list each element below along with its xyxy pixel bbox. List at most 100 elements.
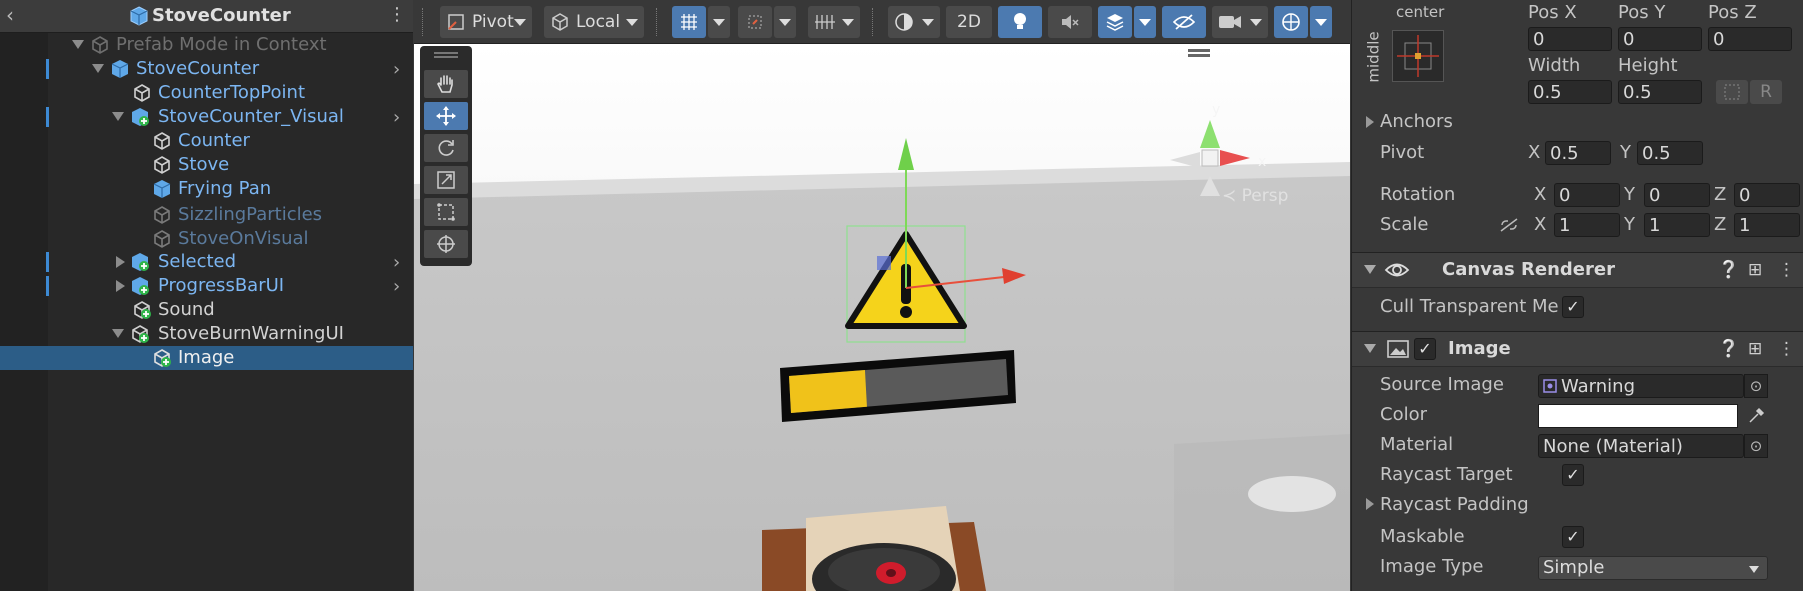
list-item[interactable]: Stove [0, 153, 413, 177]
chevron-right-icon[interactable]: › [393, 59, 400, 80]
audio-toggle[interactable] [1048, 6, 1092, 38]
effects-dropdown[interactable] [1134, 6, 1156, 38]
color-swatch[interactable] [1538, 404, 1738, 428]
list-item[interactable]: ProgressBarUI › [0, 274, 413, 298]
width-field[interactable]: 0.5 [1528, 80, 1612, 104]
collapse-toggle-icon[interactable] [1364, 344, 1376, 353]
presets-sliders-icon[interactable]: ⊞ [1748, 339, 1762, 359]
eyedropper-icon[interactable] [1744, 404, 1768, 428]
lighting-toggle[interactable] [998, 6, 1042, 38]
list-item[interactable]: StoveCounter_Visual › [0, 105, 413, 129]
expand-toggle-icon[interactable] [112, 112, 124, 121]
list-item[interactable]: SizzlingParticles [0, 203, 413, 227]
raw-edit-button[interactable]: R [1750, 80, 1782, 104]
image-type-dropdown[interactable]: Simple [1538, 556, 1768, 580]
list-item[interactable]: StoveCounter › [0, 57, 413, 81]
rect-transform-icon [437, 203, 455, 221]
expand-toggle-icon[interactable] [1366, 498, 1374, 510]
kebab-menu-icon[interactable]: ⋮ [1778, 260, 1795, 280]
grid-snap-toggle[interactable] [672, 6, 706, 38]
scene-camera-dropdown[interactable] [1212, 6, 1268, 38]
hand-tool-button[interactable] [424, 70, 468, 98]
gizmos-toggle[interactable] [1274, 6, 1308, 38]
rotate-tool-button[interactable] [424, 134, 468, 162]
kebab-menu-icon[interactable]: ⋮ [1778, 339, 1795, 359]
list-item[interactable]: StoveBurnWarningUI [0, 322, 413, 346]
list-item[interactable]: Frying Pan [0, 177, 413, 201]
scene-visibility-toggle[interactable] [1162, 6, 1206, 38]
scale-x-field[interactable]: 1 [1554, 213, 1620, 237]
maskable-checkbox[interactable]: ✓ [1562, 526, 1584, 548]
image-enabled-checkbox[interactable]: ✓ [1414, 338, 1436, 360]
presets-sliders-icon[interactable]: ⊞ [1748, 260, 1762, 280]
pivot-x-field[interactable]: 0.5 [1545, 141, 1611, 165]
scale-tool-button[interactable] [424, 166, 468, 194]
list-item[interactable]: CounterTopPoint [0, 81, 413, 105]
chevron-right-icon[interactable]: › [393, 107, 400, 128]
move-plane-handle[interactable] [877, 256, 891, 270]
pivot-y-field[interactable]: 0.5 [1637, 141, 1703, 165]
height-field[interactable]: 0.5 [1618, 80, 1702, 104]
hierarchy-item-label: StoveCounter_Visual [158, 106, 344, 127]
increment-snap-toggle[interactable] [738, 6, 772, 38]
image-type-label: Image Type [1380, 556, 1484, 577]
scale-z-field[interactable]: 1 [1734, 213, 1800, 237]
move-tool-button[interactable] [424, 102, 468, 130]
rotation-z-field[interactable]: 0 [1734, 183, 1800, 207]
pos-z-field[interactable]: 0 [1708, 27, 1792, 51]
help-icon[interactable]: ❔ [1718, 260, 1739, 280]
expand-toggle-icon[interactable] [112, 329, 124, 338]
expand-toggle-icon[interactable] [72, 40, 84, 49]
anchors-label[interactable]: Anchors [1380, 111, 1453, 132]
grid-visibility-dropdown[interactable] [808, 6, 860, 38]
object-picker-icon[interactable]: ⊙ [1744, 374, 1768, 398]
object-picker-icon[interactable]: ⊙ [1744, 434, 1768, 458]
list-item[interactable]: StoveOnVisual [0, 227, 413, 251]
kebab-menu-icon[interactable]: ⋮ [388, 4, 406, 25]
rotation-x-field[interactable]: 0 [1554, 183, 1620, 207]
grid-snap-dropdown[interactable] [708, 6, 730, 38]
raycast-target-checkbox[interactable]: ✓ [1562, 464, 1584, 486]
list-item-selected[interactable]: Image [0, 346, 413, 370]
pos-y-field[interactable]: 0 [1618, 27, 1702, 51]
expand-toggle-icon[interactable] [1366, 116, 1374, 128]
help-icon[interactable]: ❔ [1718, 339, 1739, 359]
rect-tool-button[interactable] [424, 198, 468, 226]
back-arrow-icon[interactable]: ‹ [6, 3, 14, 27]
constrain-proportions-icon[interactable] [1498, 216, 1520, 234]
pivot-dropdown[interactable]: Pivot [440, 6, 532, 38]
chevron-right-icon[interactable]: › [393, 252, 400, 273]
rotation-y-field[interactable]: 0 [1644, 183, 1710, 207]
source-image-field[interactable]: Warning [1538, 374, 1744, 398]
shading-mode-dropdown[interactable] [888, 6, 940, 38]
image-component-header[interactable]: ✓ Image ❔ ⊞ ⋮ [1352, 331, 1803, 367]
cull-transparent-checkbox[interactable]: ✓ [1562, 296, 1584, 318]
scale-y-field[interactable]: 1 [1644, 213, 1710, 237]
chevron-right-icon[interactable]: › [393, 276, 400, 297]
canvas-renderer-header[interactable]: Canvas Renderer ❔ ⊞ ⋮ [1352, 252, 1803, 288]
blueprint-mode-button[interactable] [1716, 80, 1748, 104]
list-item[interactable]: Sound [0, 298, 413, 322]
scene-viewport[interactable]: y x [414, 44, 1350, 591]
list-item[interactable]: Counter [0, 129, 413, 153]
anchor-presets-button[interactable] [1392, 30, 1444, 82]
local-dropdown[interactable]: Local [544, 6, 644, 38]
overlay-handle[interactable] [1188, 49, 1210, 52]
gizmos-dropdown[interactable] [1310, 6, 1332, 38]
collapse-toggle-icon[interactable] [1364, 265, 1376, 274]
expand-toggle-icon[interactable] [92, 64, 104, 73]
projection-label[interactable]: ≺ Persp [1222, 186, 1288, 206]
hierarchy-item-label: StoveOnVisual [178, 228, 309, 249]
transform-tool-button[interactable] [424, 230, 468, 258]
expand-toggle-icon[interactable] [116, 256, 125, 268]
mode-2d-toggle[interactable]: 2D [946, 6, 992, 38]
expand-toggle-icon[interactable] [116, 280, 125, 292]
canvas-renderer-title: Canvas Renderer [1442, 259, 1615, 280]
pos-x-field[interactable]: 0 [1528, 27, 1612, 51]
raycast-padding-label[interactable]: Raycast Padding [1380, 494, 1529, 515]
list-item[interactable]: Prefab Mode in Context [0, 33, 413, 57]
material-field[interactable]: None (Material) [1538, 434, 1744, 458]
effects-toggle[interactable] [1098, 6, 1132, 38]
increment-snap-dropdown[interactable] [774, 6, 796, 38]
list-item[interactable]: Selected › [0, 250, 413, 274]
